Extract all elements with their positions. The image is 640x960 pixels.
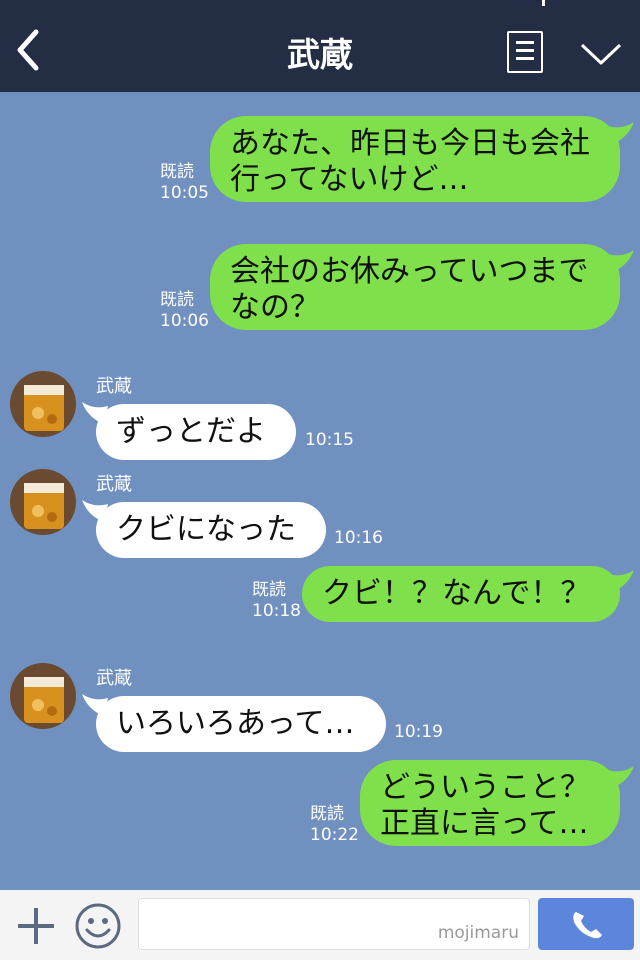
bubble-tail xyxy=(608,122,634,144)
chat-header: 武蔵 xyxy=(0,0,640,92)
message-time: 10:19 xyxy=(394,722,443,742)
message-time: 10:06 xyxy=(160,311,209,331)
message-bubble[interactable]: 会社のお休みっていつまで なの？ xyxy=(210,244,620,330)
message-time: 10:18 xyxy=(252,601,301,621)
watermark: mojimaru xyxy=(437,923,519,943)
read-receipt: 既読 xyxy=(160,162,194,182)
sender-name: 武蔵 xyxy=(96,376,132,397)
avatar[interactable] xyxy=(10,469,76,535)
bubble-tail xyxy=(82,500,108,522)
read-receipt: 既読 xyxy=(252,580,286,600)
message-bubble[interactable]: ずっとだよ xyxy=(96,404,296,460)
sender-name: 武蔵 xyxy=(96,668,132,689)
chat-area[interactable]: 既読 10:05 あなた、昨日も今日も会社 行ってないけど… 既読 10:06 … xyxy=(0,92,640,890)
input-bar: mojimaru xyxy=(0,890,640,960)
message-outgoing: 既読 10:22 どういうこと？ 正直に言って… xyxy=(0,756,640,856)
message-time: 10:05 xyxy=(160,183,209,203)
message-bubble[interactable]: あなた、昨日も今日も会社 行ってないけど… xyxy=(210,116,620,202)
message-time: 10:16 xyxy=(334,528,383,548)
message-time: 10:22 xyxy=(310,825,359,845)
status-bar-fragment xyxy=(542,0,545,6)
collapse-button[interactable] xyxy=(578,38,624,68)
bubble-tail xyxy=(608,250,634,272)
sender-name: 武蔵 xyxy=(96,474,132,495)
avatar[interactable] xyxy=(10,371,76,437)
read-receipt: 既読 xyxy=(310,804,344,824)
bubble-tail xyxy=(608,570,634,592)
menu-button[interactable] xyxy=(507,31,543,73)
bubble-tail xyxy=(608,766,634,788)
message-bubble[interactable]: クビ！？なんで！？ xyxy=(302,566,620,622)
message-meta: 既読 10:22 xyxy=(310,804,359,846)
message-bubble[interactable]: クビになった xyxy=(96,502,326,558)
message-bubble[interactable]: いろいろあって… xyxy=(96,696,386,752)
message-incoming: 武蔵 ずっとだよ 10:15 xyxy=(0,366,640,466)
smiley-icon xyxy=(75,903,121,949)
message-input[interactable]: mojimaru xyxy=(138,898,530,950)
message-time: 10:15 xyxy=(305,430,354,450)
phone-icon xyxy=(573,912,602,939)
read-receipt: 既読 xyxy=(160,290,194,310)
message-bubble[interactable]: どういうこと？ 正直に言って… xyxy=(360,760,620,846)
message-outgoing: 既読 10:06 会社のお休みっていつまで なの？ xyxy=(0,232,640,342)
chevron-down-icon xyxy=(580,43,622,65)
bubble-tail xyxy=(82,694,108,716)
call-button[interactable] xyxy=(538,898,634,950)
message-outgoing: 既読 10:05 あなた、昨日も今日も会社 行ってないけど… xyxy=(0,92,640,212)
message-incoming: 武蔵 いろいろあって… 10:19 xyxy=(0,658,640,758)
avatar[interactable] xyxy=(10,663,76,729)
message-incoming: 武蔵 クビになった 10:16 xyxy=(0,464,640,564)
emoji-button[interactable] xyxy=(74,902,122,950)
message-outgoing: 既読 10:18 クビ！？なんで！？ xyxy=(0,562,640,632)
message-meta: 既読 10:18 xyxy=(252,580,301,622)
add-button[interactable] xyxy=(14,904,58,948)
message-meta: 既読 10:05 xyxy=(160,162,209,204)
plus-icon xyxy=(18,908,54,944)
bubble-tail xyxy=(82,402,108,424)
chat-title: 武蔵 xyxy=(287,35,353,74)
message-meta: 既読 10:06 xyxy=(160,290,209,332)
